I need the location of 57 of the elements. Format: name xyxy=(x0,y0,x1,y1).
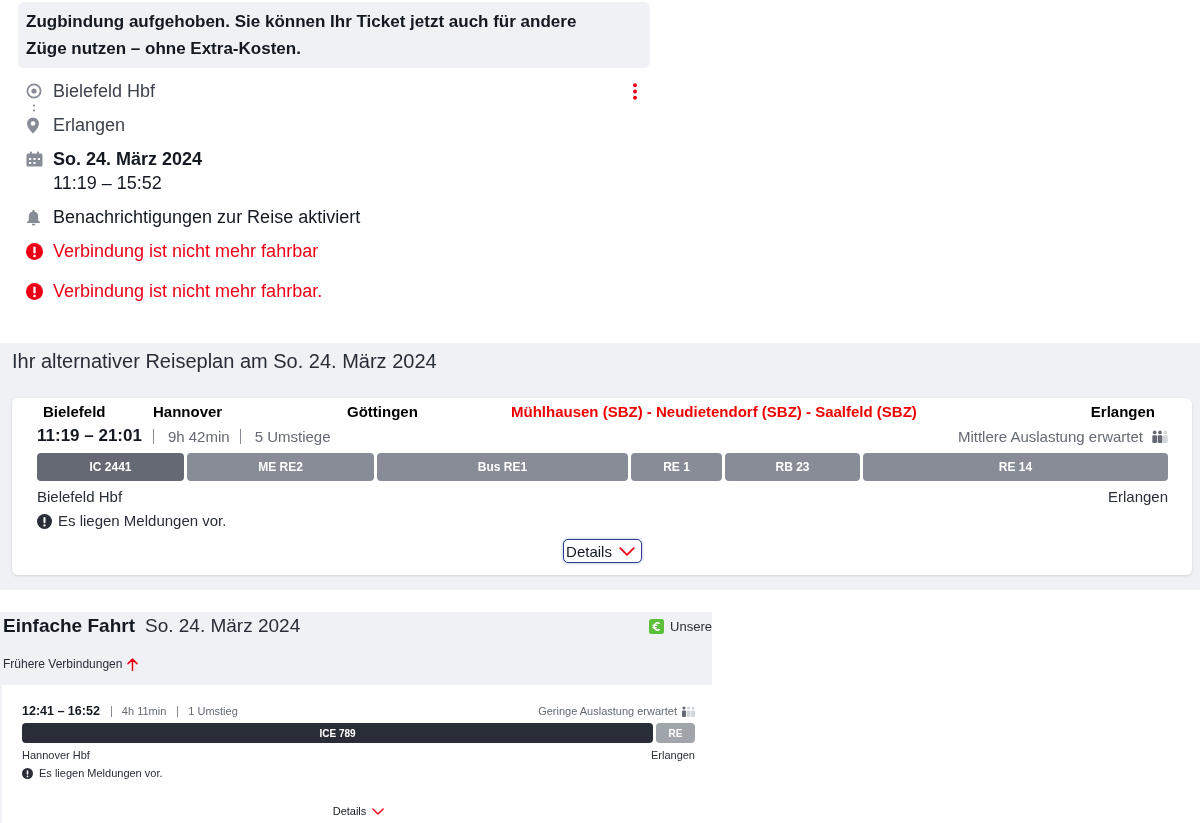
alert-icon xyxy=(26,282,43,300)
transfer-count: 5 Umstiege xyxy=(254,427,331,445)
destination-station: Erlangen xyxy=(650,748,695,763)
train-segment: RE 1 xyxy=(631,453,722,481)
train-segment: ME RE2 xyxy=(187,453,374,481)
destination-station: Erlangen xyxy=(1107,487,1168,507)
station-annotation: Erlangen xyxy=(1090,403,1155,421)
station-annotation: Mühlhausen (SBZ) - Neudietendorf (SBZ) - Saalfeld (SBZ) xyxy=(511,403,918,421)
alert-icon xyxy=(26,242,43,260)
occupancy-icon xyxy=(682,705,695,717)
search-date: So. 24. März 2024 xyxy=(145,615,301,637)
train-segment: IC 2441 xyxy=(37,453,184,481)
transfer-count: 1 Umstieg xyxy=(188,705,238,717)
chevron-down-icon xyxy=(372,807,385,815)
departure-arrival-time: 12:41 – 16:52 xyxy=(22,704,100,718)
station-annotation: Göttingen xyxy=(347,403,419,421)
train-segment: ICE 789 xyxy=(22,723,654,743)
message-text: Es liegen Meldungen vor. xyxy=(39,766,163,781)
alert-message: Verbindung ist nicht mehr fahrbar xyxy=(53,240,319,263)
origin-marker-icon xyxy=(26,83,42,99)
destination-station: Erlangen xyxy=(53,114,126,137)
route-dots-icon xyxy=(32,103,36,113)
euro-icon xyxy=(649,618,665,634)
alert-message: Verbindung ist nicht mehr fahrbar. xyxy=(53,280,323,303)
arrow-up-icon xyxy=(127,657,139,671)
section-title: Ihr alternativer Reiseplan am So. 24. März 2024 xyxy=(12,349,438,374)
page-title: Einfache Fahrt xyxy=(3,615,135,637)
station-annotation: Bielefeld xyxy=(43,403,107,421)
earlier-connections-button[interactable]: Frühere Verbindungen xyxy=(3,656,139,672)
offer-label: Unsere xyxy=(670,618,712,634)
message-text: Es liegen Meldungen vor. xyxy=(58,511,227,531)
origin-station: Bielefeld Hbf xyxy=(37,487,123,507)
alert-icon xyxy=(37,513,52,529)
station-annotation: Hannover xyxy=(153,403,224,421)
bell-icon xyxy=(26,208,41,226)
travel-date: So. 24. März 2024 xyxy=(53,148,203,171)
train-segment: RE 14 xyxy=(863,453,1168,481)
origin-station: Hannover Hbf xyxy=(22,748,90,763)
chevron-down-icon xyxy=(618,546,635,556)
occupancy-label: Mittlere Auslastung erwartet xyxy=(957,427,1143,445)
trip-duration: 9h 42min xyxy=(167,427,230,445)
train-segment: RB 23 xyxy=(725,453,860,481)
notification-status: Benachrichtigungen zur Reise aktiviert xyxy=(53,206,361,229)
more-menu-icon[interactable] xyxy=(632,82,638,100)
calendar-icon xyxy=(26,151,43,167)
alert-icon xyxy=(22,767,33,779)
travel-time: 11:19 – 15:52 xyxy=(53,172,163,195)
map-pin-icon xyxy=(26,116,40,134)
departure-arrival-time: 11:19 – 21:01 xyxy=(37,426,142,446)
train-segment: Bus RE1 xyxy=(377,453,628,481)
trip-duration: 4h 11min xyxy=(121,705,167,717)
origin-station: Bielefeld Hbf xyxy=(53,80,156,103)
notice-banner: Zugbindung aufgehoben. Sie können Ihr Ticket jetzt auch für andere Züge nutzen – ohne Extra-Kosten. xyxy=(18,2,650,68)
details-button[interactable]: Details xyxy=(563,539,642,563)
train-segment: RE xyxy=(656,723,695,743)
occupancy-icon xyxy=(1152,429,1168,443)
occupancy-label: Geringe Auslastung erwartet xyxy=(538,705,677,717)
